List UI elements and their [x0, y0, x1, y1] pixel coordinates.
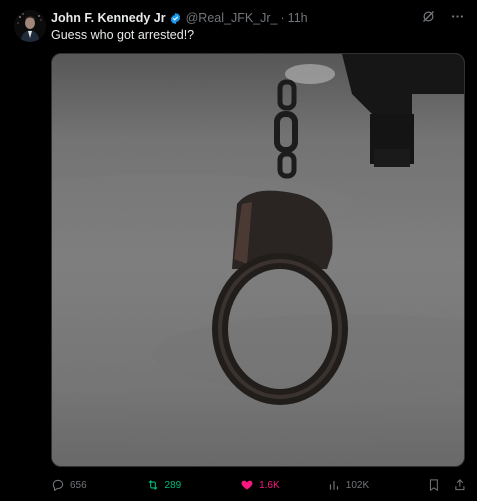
tweet-media[interactable] — [51, 53, 465, 467]
retweet-button[interactable]: 289 — [146, 478, 241, 492]
tweet: John F. Kennedy Jr @Real_JFK_Jr_ · 11h G… — [0, 0, 477, 501]
views-button[interactable]: 102K — [327, 478, 416, 492]
more-icon[interactable] — [450, 9, 465, 24]
avatar-image — [14, 10, 46, 42]
like-button[interactable]: 1.6K — [240, 478, 327, 492]
view-count: 102K — [345, 479, 370, 491]
share-icon[interactable] — [453, 478, 467, 492]
retweet-icon — [148, 480, 158, 490]
avatar[interactable] — [14, 10, 46, 42]
reply-icon — [52, 479, 64, 492]
verified-badge-icon — [170, 12, 180, 24]
timestamp[interactable]: 11h — [288, 11, 308, 25]
display-name[interactable]: John F. Kennedy Jr — [51, 11, 166, 25]
action-bar: 656 289 1.6K 102K — [51, 475, 467, 495]
retweet-count: 289 — [164, 479, 182, 491]
reply-count: 656 — [70, 479, 87, 491]
heart-icon — [241, 480, 253, 490]
views-icon — [329, 480, 338, 490]
header-actions — [421, 9, 465, 24]
separator-dot: · — [280, 11, 285, 25]
reply-button[interactable]: 656 — [51, 478, 146, 492]
tweet-text: Guess who got arrested!? — [51, 28, 195, 42]
tweet-header: John F. Kennedy Jr @Real_JFK_Jr_ · 11h — [51, 10, 308, 26]
handcuff-photo — [52, 54, 464, 466]
handle[interactable]: @Real_JFK_Jr_ — [186, 11, 278, 25]
grok-icon[interactable] — [421, 9, 436, 24]
bookmark-icon[interactable] — [427, 478, 441, 492]
like-count: 1.6K — [259, 479, 280, 491]
